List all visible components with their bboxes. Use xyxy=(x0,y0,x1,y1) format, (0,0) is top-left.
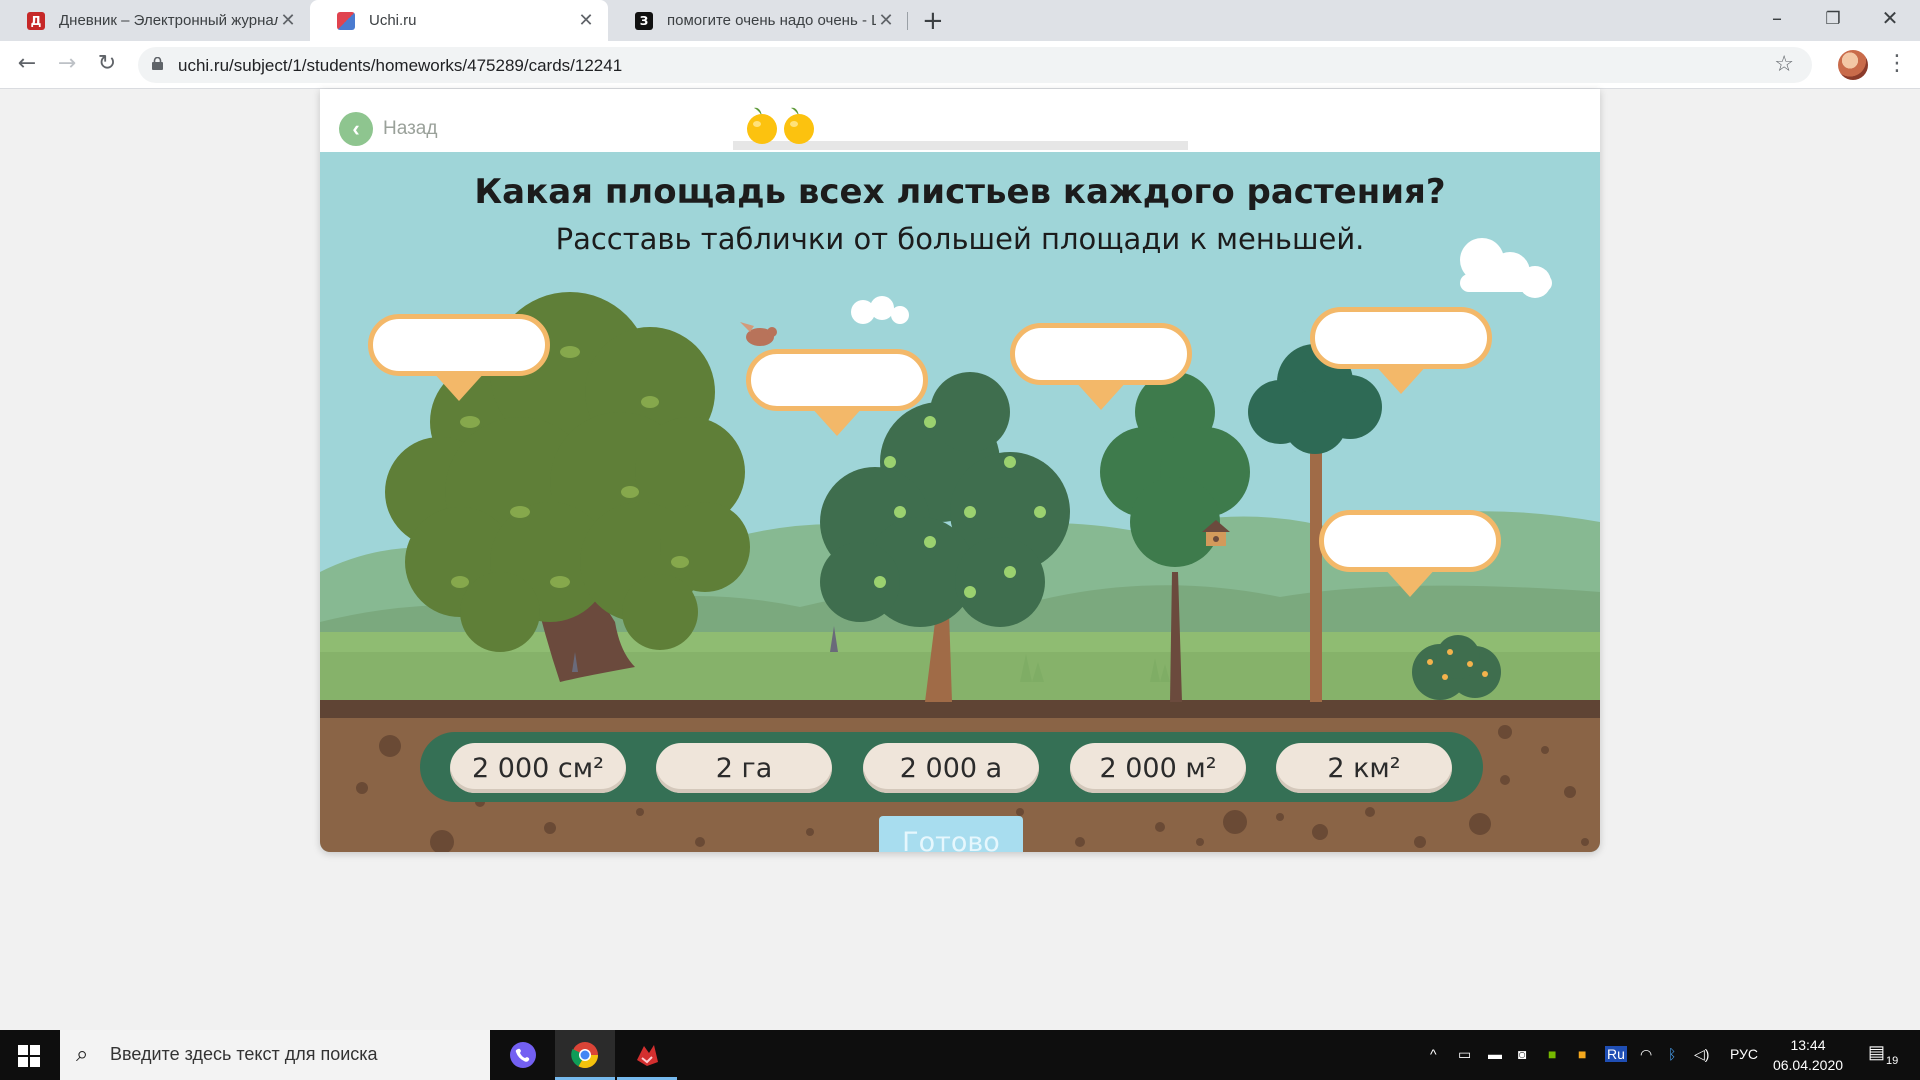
reload-icon[interactable]: ↻ xyxy=(93,51,121,76)
lock-icon xyxy=(152,57,163,70)
tab-title: Uchi.ru xyxy=(369,12,417,29)
tab-uchi[interactable]: Uchi.ru ✕ xyxy=(310,0,608,41)
clock-date: 06.04.2020 xyxy=(1772,1057,1844,1073)
close-tab-icon[interactable]: ✕ xyxy=(278,10,298,31)
minimize-icon[interactable]: – xyxy=(1757,6,1797,30)
search-placeholder: Введите здесь текст для поиска xyxy=(110,1044,378,1064)
tab-dnevnik[interactable]: Д Дневник – Электронный журнал ✕ xyxy=(0,0,310,41)
battery-icon[interactable]: ▬ xyxy=(1488,1046,1502,1062)
game-header: ‹ Назад xyxy=(320,89,1600,152)
choice-chip[interactable]: 2 000 м² xyxy=(1070,743,1246,793)
choice-tray: 2 000 см² 2 га 2 000 а 2 000 м² 2 км² xyxy=(420,732,1483,802)
back-arrow-icon[interactable]: ← xyxy=(13,51,41,76)
viber-icon xyxy=(510,1042,536,1068)
tray-color-icon[interactable]: ■ xyxy=(1578,1046,1586,1062)
taskbar-app-3[interactable] xyxy=(617,1030,677,1080)
taskbar-viber[interactable] xyxy=(493,1030,553,1080)
tab-title: помогите очень надо очень - Школьные Зна… xyxy=(667,12,876,29)
game-scene: Какая площадь всех листьев каждого расте… xyxy=(320,152,1600,852)
done-button[interactable]: Готово xyxy=(879,816,1023,852)
profile-avatar[interactable] xyxy=(1838,50,1868,80)
address-bar[interactable]: uchi.ru/subject/1/students/homeworks/475… xyxy=(138,47,1812,83)
uchi-favicon-icon xyxy=(337,11,355,30)
tab-strip: Д Дневник – Электронный журнал ✕ Uchi.ru… xyxy=(0,0,1920,41)
notifications-icon[interactable]: ▤ xyxy=(1868,1042,1885,1063)
apple-icon xyxy=(747,107,777,144)
clock[interactable]: 13:44 06.04.2020 xyxy=(1768,1035,1848,1075)
tray-chevron-icon[interactable]: ^ xyxy=(1430,1046,1437,1062)
menu-kebab-icon[interactable]: ⋮ xyxy=(1886,51,1908,76)
close-tab-icon[interactable]: ✕ xyxy=(576,10,596,31)
choice-chip[interactable]: 2 га xyxy=(656,743,832,793)
game-app-icon xyxy=(637,1045,658,1066)
game-card: ‹ Назад Какая площадь всех листьев каждо… xyxy=(320,89,1600,852)
drop-target-tall-tree[interactable] xyxy=(1310,307,1492,369)
taskbar-chrome[interactable] xyxy=(555,1030,615,1080)
tab-separator xyxy=(907,12,908,30)
page-viewport: ‹ Назад Какая площадь всех листьев каждо… xyxy=(0,89,1920,1030)
bluetooth-icon[interactable]: ᛒ xyxy=(1668,1046,1676,1062)
drop-target-slim-tree[interactable] xyxy=(1010,323,1192,385)
volume-icon[interactable]: ◁) xyxy=(1694,1046,1709,1063)
dnevnik-favicon-icon: Д xyxy=(27,11,45,30)
toolbar: ← → ↻ uchi.ru/subject/1/students/homewor… xyxy=(0,41,1920,89)
tray-device-icon[interactable]: ▭ xyxy=(1458,1046,1471,1063)
close-window-icon[interactable]: ✕ xyxy=(1870,6,1910,30)
tray-app-icon[interactable]: ◙ xyxy=(1518,1046,1526,1062)
forward-arrow-icon[interactable]: → xyxy=(53,51,81,76)
apple-icon xyxy=(784,107,814,144)
restore-icon[interactable]: ❐ xyxy=(1813,9,1853,29)
drop-target-oak[interactable] xyxy=(368,314,550,376)
chevron-left-icon: ‹ xyxy=(339,112,373,146)
instruction-text: Расставь таблички от большей площади к м… xyxy=(555,222,1365,256)
chrome-icon xyxy=(571,1042,599,1069)
back-label: Назад xyxy=(383,118,438,139)
back-button[interactable]: ‹ Назад xyxy=(339,112,437,146)
bookmark-star-icon[interactable]: ☆ xyxy=(1774,52,1794,77)
close-tab-icon[interactable]: ✕ xyxy=(876,10,896,31)
new-tab-button[interactable]: + xyxy=(922,6,944,36)
clock-time: 13:44 xyxy=(1790,1037,1826,1053)
tab-title: Дневник – Электронный журнал xyxy=(59,12,278,29)
drop-target-bush[interactable] xyxy=(1319,510,1501,572)
windows-taskbar: ⌕ Введите здесь текст для поиска ^ ▭ ▬ ◙… xyxy=(0,1030,1920,1080)
windows-start-icon[interactable] xyxy=(18,1045,40,1067)
taskbar-search[interactable]: ⌕ Введите здесь текст для поиска xyxy=(60,1030,490,1080)
choice-chip[interactable]: 2 000 см² xyxy=(450,743,626,793)
question-title: Какая площадь всех листьев каждого расте… xyxy=(474,172,1446,212)
choice-chip[interactable]: 2 км² xyxy=(1276,743,1452,793)
url-text: uchi.ru/subject/1/students/homeworks/475… xyxy=(178,56,623,75)
language-indicator-icon[interactable]: Ru xyxy=(1605,1046,1627,1062)
input-language[interactable]: РУС xyxy=(1730,1046,1758,1062)
tab-znanija[interactable]: З помогите очень надо очень - Школьные З… xyxy=(608,0,908,41)
notification-count: 19 xyxy=(1886,1055,1899,1067)
search-icon: ⌕ xyxy=(76,1042,89,1067)
wifi-icon[interactable]: ◠ xyxy=(1640,1046,1652,1063)
nvidia-icon[interactable]: ■ xyxy=(1548,1046,1556,1062)
znanija-favicon-icon: З xyxy=(635,11,653,30)
choice-chip[interactable]: 2 000 а xyxy=(863,743,1039,793)
drop-target-apple-tree[interactable] xyxy=(746,349,928,411)
